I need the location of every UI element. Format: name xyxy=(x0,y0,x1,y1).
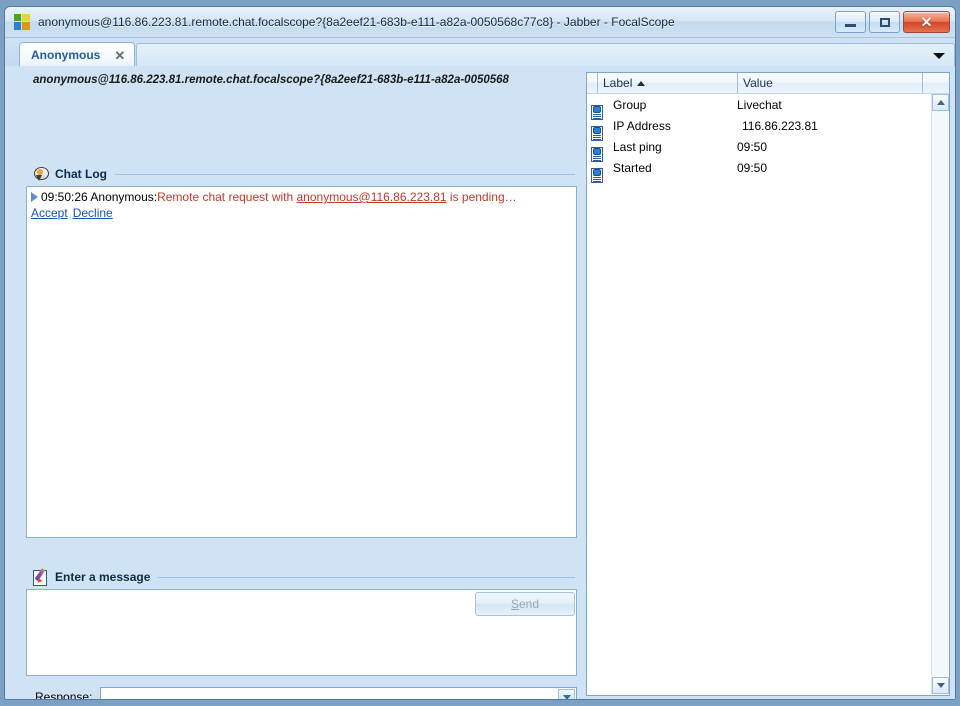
chevron-down-icon[interactable] xyxy=(933,53,945,59)
table-row[interactable]: Started 09:50 xyxy=(587,157,949,183)
maximize-button[interactable] xyxy=(869,11,900,33)
title-bar: anonymous@116.86.223.81.remote.chat.foca… xyxy=(5,7,955,38)
close-icon: ✕ xyxy=(920,14,933,30)
main-window: anonymous@116.86.223.81.remote.chat.foca… xyxy=(4,6,956,700)
send-label-rest: end xyxy=(518,597,540,611)
row-label: Group xyxy=(613,97,647,112)
chat-log-header: Chat Log xyxy=(33,166,577,182)
vertical-scrollbar[interactable] xyxy=(931,94,949,694)
table-row[interactable]: Group Livechat xyxy=(587,94,949,120)
content-area: anonymous@116.86.223.81.remote.chat.foca… xyxy=(5,66,955,700)
divider xyxy=(115,173,575,175)
compose-pencil-icon xyxy=(33,568,49,586)
tab-close-icon[interactable]: ✕ xyxy=(112,49,127,62)
window-controls: ✕ xyxy=(835,11,950,33)
list-body: Group Livechat IP Address 116.86.223.81 xyxy=(587,94,949,183)
decline-link[interactable]: Decline xyxy=(73,206,113,220)
visitor-info-list: Label Value Group Livechat IP Address 11… xyxy=(586,72,950,696)
row-label: IP Address xyxy=(613,118,671,133)
chat-pane: anonymous@116.86.223.81.remote.chat.foca… xyxy=(5,66,583,700)
column-header-spacer[interactable] xyxy=(922,73,949,93)
row-value: 116.86.223.81 xyxy=(742,118,818,133)
jid-subtitle: anonymous@116.86.223.81.remote.chat.foca… xyxy=(33,74,509,86)
scroll-up-icon xyxy=(936,100,945,105)
row-label: Started xyxy=(613,160,652,175)
row-value: 09:50 xyxy=(737,160,768,175)
sort-ascending-icon xyxy=(637,80,646,86)
column-header-value[interactable]: Value xyxy=(737,73,922,93)
row-value: Livechat xyxy=(737,97,782,112)
response-dropdown-button[interactable] xyxy=(558,688,575,699)
response-label-rest: esponse: xyxy=(43,690,93,700)
divider xyxy=(158,576,575,578)
response-combobox[interactable] xyxy=(100,686,577,699)
info-pane: Label Value Group Livechat IP Address 11… xyxy=(583,66,955,699)
tab-anonymous[interactable]: Anonymous ✕ xyxy=(19,42,136,67)
table-row[interactable]: Last ping 09:50 xyxy=(587,136,949,162)
response-label: Response: xyxy=(35,690,93,700)
column-header-label[interactable]: Label xyxy=(597,73,737,93)
message-arrow-icon xyxy=(31,192,38,202)
accept-link[interactable]: Accept xyxy=(31,206,68,220)
focalscope-logo-icon xyxy=(14,14,30,30)
tab-label: Anonymous xyxy=(31,48,101,62)
window-title: anonymous@116.86.223.81.remote.chat.foca… xyxy=(38,15,675,29)
message-text-before: Remote chat request with xyxy=(157,190,297,204)
minimize-button[interactable] xyxy=(835,11,866,33)
row-label: Last ping xyxy=(613,139,662,154)
compose-title: Enter a message xyxy=(55,570,151,584)
row-value: 09:50 xyxy=(737,139,768,154)
close-window-button[interactable]: ✕ xyxy=(903,11,950,33)
response-row: Response: xyxy=(35,686,577,700)
scroll-down-button[interactable] xyxy=(932,677,949,694)
minimize-icon xyxy=(845,23,856,27)
tab-strip-empty-area xyxy=(136,43,955,67)
response-accel: R xyxy=(35,690,44,700)
send-accel: S xyxy=(510,597,519,611)
compose-header: Enter a message xyxy=(33,568,577,586)
chat-bubble-icon xyxy=(33,166,49,182)
scroll-down-icon xyxy=(936,683,945,688)
chevron-down-icon xyxy=(562,694,571,699)
message-text-after: is pending… xyxy=(446,190,517,204)
column-header-label-text: Label xyxy=(603,76,633,90)
send-button-label: Send xyxy=(511,597,539,611)
scroll-up-button[interactable] xyxy=(932,94,949,111)
table-row[interactable]: IP Address 116.86.223.81 xyxy=(587,115,949,141)
chat-log-area[interactable]: 09:50:26 Anonymous:Remote chat request w… xyxy=(26,186,577,538)
column-header-value-text: Value xyxy=(743,76,773,90)
message-time: 09:50:26 xyxy=(41,190,88,204)
list-header: Label Value xyxy=(587,73,949,94)
message-jid-link[interactable]: anonymous@116.86.223.81 xyxy=(297,190,447,204)
maximize-icon xyxy=(879,17,890,27)
chat-request-actions: Accept Decline xyxy=(31,205,572,221)
chat-log-title: Chat Log xyxy=(55,167,107,181)
chat-message: 09:50:26 Anonymous:Remote chat request w… xyxy=(31,190,572,205)
message-input[interactable]: Send xyxy=(26,589,577,676)
tab-strip: Anonymous ✕ xyxy=(5,38,955,67)
send-button: Send xyxy=(475,592,575,616)
message-sender: Anonymous: xyxy=(90,190,158,204)
column-header-icon[interactable] xyxy=(587,73,597,93)
